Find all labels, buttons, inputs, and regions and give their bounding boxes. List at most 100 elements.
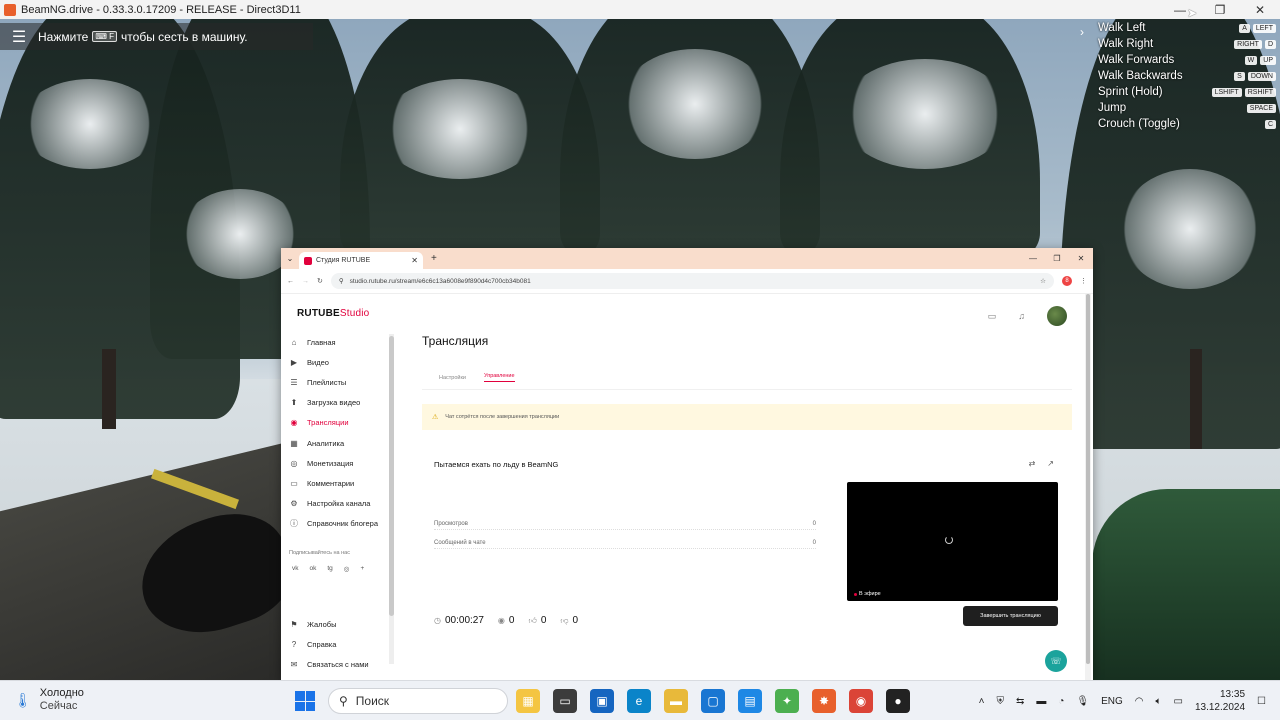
widgets-icon[interactable]: ▦ xyxy=(516,689,540,713)
chat-icon[interactable]: ▭ xyxy=(988,311,997,322)
tab-manage[interactable]: Управление xyxy=(483,373,515,382)
sidebar-item[interactable]: ⬆ Загрузка видео xyxy=(289,393,397,413)
maximize-button[interactable]: ❐ xyxy=(1200,3,1240,17)
edge-icon[interactable]: e xyxy=(627,689,651,713)
reload-icon[interactable]: ↻ xyxy=(317,277,323,285)
stat-row-chat: Сообщений в чате 0 xyxy=(434,540,816,549)
share-icon[interactable]: ⇄ xyxy=(1029,459,1036,468)
nav-icon: ☰ xyxy=(290,377,298,387)
back-icon[interactable]: ← xyxy=(287,278,294,285)
sidebar-item[interactable]: ⚙ Настройка канала xyxy=(289,494,397,514)
sidebar-item[interactable]: ⚑ Жалобы xyxy=(289,614,397,634)
sidebar-item-label: Монетизация xyxy=(307,458,354,468)
beamng-app-icon xyxy=(4,3,16,16)
browser-maximize-button[interactable]: ❐ xyxy=(1045,254,1069,263)
key-binding-label: Crouch (Toggle) xyxy=(1098,118,1180,130)
new-tab-icon[interactable]: + xyxy=(431,253,437,264)
tab-search-icon[interactable]: ⌄ xyxy=(281,254,299,263)
store-icon[interactable]: ▣ xyxy=(590,689,614,713)
social-link-icon[interactable]: ok xyxy=(310,565,317,573)
app-icon[interactable]: ▢ xyxy=(701,689,725,713)
key-binding-label: Walk Backwards xyxy=(1098,70,1183,82)
browser-tab[interactable]: Студия RUTUBE ✕ xyxy=(299,252,423,269)
sidebar-item[interactable]: ☰ Плейлисты xyxy=(289,372,397,392)
warning-icon: ⚠ xyxy=(432,414,439,421)
sidebar-item[interactable]: ▦ Аналитика xyxy=(289,433,397,453)
avatar[interactable] xyxy=(1047,306,1067,326)
app-tray-icon[interactable]: ◔ xyxy=(1058,696,1064,707)
chevron-up-icon[interactable]: ˄ xyxy=(979,696,985,707)
forward-icon[interactable]: → xyxy=(302,278,309,285)
extension-icon[interactable]: 8 xyxy=(1062,276,1072,286)
browser-minimize-button[interactable]: — xyxy=(1021,254,1045,263)
obs-icon[interactable]: ● xyxy=(886,689,910,713)
likes-count: 👍︎ 0 xyxy=(528,615,547,626)
sidebar-item[interactable]: ✉ Связаться с нами xyxy=(289,654,397,674)
menu-icon[interactable]: ☰ xyxy=(0,27,38,47)
app-icon[interactable]: ▤ xyxy=(738,689,762,713)
snow-patch xyxy=(620,49,770,159)
close-tab-icon[interactable]: ✕ xyxy=(411,256,418,265)
window-title: BeamNG.drive - 0.33.3.0.17209 - RELEASE … xyxy=(21,3,301,16)
social-link-icon[interactable]: ◎ xyxy=(344,565,350,573)
social-link-icon[interactable]: tg xyxy=(327,565,332,573)
file-explorer-icon[interactable]: ▬ xyxy=(664,689,688,713)
tab-settings[interactable]: Настройки xyxy=(439,375,466,381)
mouse-cursor-icon: ➤ xyxy=(1187,6,1198,20)
bell-icon[interactable]: ♫ xyxy=(1018,311,1025,321)
hint-text: чтобы сесть в машину. xyxy=(121,29,248,44)
rutube-favicon xyxy=(304,256,312,265)
live-badge: В эфире xyxy=(851,590,884,598)
wifi-icon[interactable]: ◠ xyxy=(1135,696,1144,707)
volume-icon[interactable]: 🔈︎ xyxy=(1156,696,1162,707)
site-info-icon[interactable]: ⚲ xyxy=(339,277,344,285)
clock[interactable]: 13:35 13.12.2024 xyxy=(1195,688,1245,714)
task-view-icon[interactable]: ▭ xyxy=(553,689,577,713)
social-link-icon[interactable]: vk xyxy=(292,565,299,573)
key-badge: SPACE xyxy=(1246,103,1276,113)
browser-close-button[interactable]: ✕ xyxy=(1069,254,1093,263)
weather-widget[interactable]: 🌡︎ Холодно Сейчас xyxy=(14,687,84,713)
app-tray-icon[interactable]: ▬ xyxy=(1036,696,1046,707)
chevron-right-icon[interactable]: › xyxy=(1080,25,1084,39)
url-field[interactable]: ⚲ studio.rutube.ru/stream/e6c6c13a6008e9… xyxy=(330,273,1054,289)
subscribe-label: Подписывайтесь на нас xyxy=(289,549,350,556)
sidebar-item[interactable]: ⓘ Справочник блогера xyxy=(289,514,397,534)
key-binding-row: Walk Backwards S DOWN xyxy=(1098,68,1276,84)
key-badge: C xyxy=(1264,119,1276,129)
open-external-icon[interactable]: ↗ xyxy=(1047,459,1054,468)
sidebar-item[interactable]: ▭ Комментарии xyxy=(289,473,397,493)
end-stream-button[interactable]: Завершить трансляцию xyxy=(963,606,1058,626)
stream-preview-player[interactable]: В эфире xyxy=(847,482,1058,601)
mic-icon[interactable]: 🎙︎ xyxy=(1076,696,1089,707)
language-indicator[interactable]: ENG xyxy=(1101,696,1123,707)
sidebar-item[interactable]: ◎ Монетизация xyxy=(289,453,397,473)
browser-menu-icon[interactable]: ⋮ xyxy=(1080,277,1087,285)
shield-icon[interactable]: ⛨ xyxy=(996,696,1004,707)
sidebar-item-label: Загрузка видео xyxy=(307,398,361,408)
taskbar-search[interactable]: ⚲ Поиск xyxy=(328,688,508,714)
key-binding-label: Walk Right xyxy=(1098,38,1154,50)
chrome-icon[interactable]: ◉ xyxy=(849,689,873,713)
app-icon[interactable]: ✦ xyxy=(775,689,799,713)
bookmark-star-icon[interactable]: ☆ xyxy=(1040,277,1046,285)
support-chat-button[interactable]: ☏ xyxy=(1045,650,1067,672)
beamng-icon[interactable]: ✸ xyxy=(812,689,836,713)
sidebar-item[interactable]: ⌂ Главная xyxy=(289,332,397,352)
start-button[interactable] xyxy=(295,691,315,711)
sidebar-item-label: Видео xyxy=(307,357,329,367)
sidebar-bottom: ⚑ Жалобы? Справка ✉ Связаться с нами xyxy=(289,614,397,675)
sidebar-item[interactable]: ▶ Видео xyxy=(289,352,397,372)
eye-icon: ◉ xyxy=(497,616,505,625)
sidebar-item[interactable]: ? Справка xyxy=(289,634,397,654)
app-tray-icon[interactable]: ⇆ xyxy=(1016,696,1024,707)
rutube-studio-logo[interactable]: RUTUBEStudio xyxy=(297,308,369,319)
notifications-icon[interactable]: ☐ xyxy=(1257,696,1266,707)
close-button[interactable]: ✕ xyxy=(1240,3,1280,17)
stream-card: Пытаемся ехать по льду в BeamNG ⇄ ↗ Прос… xyxy=(422,444,1072,644)
social-link-icon[interactable]: + xyxy=(360,565,364,573)
sidebar-item[interactable]: ◉ Трансляции xyxy=(289,413,397,433)
page-scrollbar[interactable] xyxy=(1085,294,1091,680)
battery-icon[interactable]: ▭ xyxy=(1174,696,1183,707)
browser-window: ⌄ Студия RUTUBE ✕ + — ❐ ✕ ← → ↻ ⚲ studio… xyxy=(281,248,1093,680)
